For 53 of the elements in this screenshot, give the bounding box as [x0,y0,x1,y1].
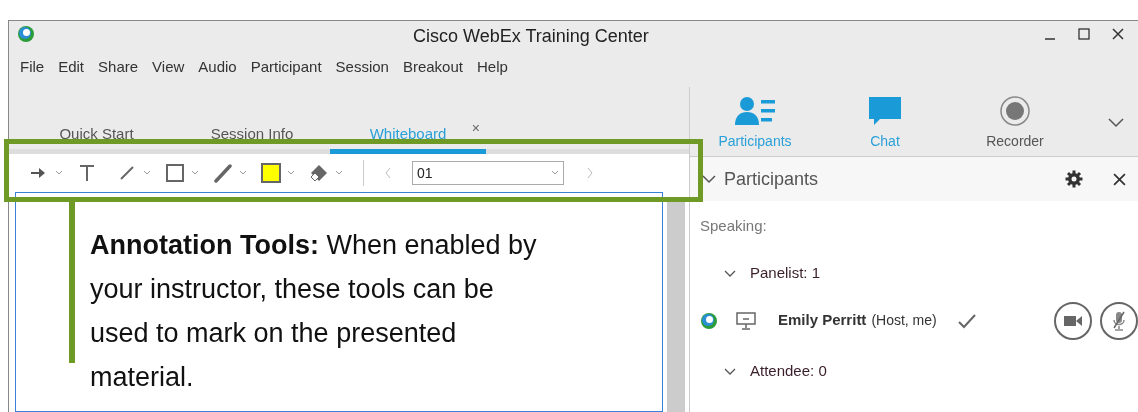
chevron-icon[interactable] [702,174,716,184]
check-icon [956,312,977,329]
pen-icon[interactable] [213,163,233,183]
menu-item[interactable]: Edit [58,55,85,79]
whiteboard-canvas[interactable]: Annotation Tools: When enabled by your instructor, these tools can be used to mark on the presented material. [15,192,663,412]
menu-item[interactable]: Help [477,55,508,79]
speaking-label: Speaking: [700,216,767,236]
app-logo-icon [700,311,718,330]
dropdown-caret-icon[interactable] [55,170,63,176]
mute-button[interactable] [1100,301,1138,340]
menu-item[interactable]: View [152,55,185,79]
text-tool-icon[interactable] [77,163,97,183]
menu-item[interactable]: Audio [198,55,237,79]
dropdown-caret-icon[interactable] [287,170,295,176]
chevron-down-icon[interactable] [724,269,736,278]
chevron-icon[interactable] [1108,118,1124,128]
window-title: Cisco WebEx Training Center [413,25,649,48]
tab[interactable]: Quick Start [59,122,134,149]
page-select[interactable]: 01 [412,161,564,185]
panel-title: Participants [724,167,819,191]
dropdown-caret-icon[interactable] [551,170,559,176]
close-icon[interactable] [1112,28,1124,40]
callout-text: Annotation Tools: When enabled by your instructor, these tools can be used to mark on the presented material. [90,229,538,394]
dropdown-caret-icon[interactable] [335,170,343,176]
panel-tab[interactable]: Recorder [950,95,1080,152]
menu-item[interactable]: Participant [250,55,322,79]
presenter-icon [736,311,756,330]
app-logo-icon [17,25,35,43]
menu-item[interactable]: Session [335,55,389,79]
muted-microphone-icon [1111,310,1127,331]
scrollbar[interactable] [667,200,685,412]
menu-item[interactable]: Breakout [402,55,463,79]
chevron-down-icon[interactable] [724,367,736,376]
rectangle-icon[interactable] [165,163,185,183]
close-icon[interactable] [1113,172,1126,186]
settings-icon[interactable] [1065,170,1083,188]
color-swatch[interactable] [261,163,281,183]
group-label[interactable]: Attendee: 0 [750,360,827,383]
participant-name: Emily Perritt [778,310,867,331]
eraser-icon[interactable] [309,163,329,183]
menu-item[interactable]: Share [98,55,139,79]
participant-role: (Host, me) [871,311,937,330]
menu-item[interactable]: File [20,55,45,79]
dropdown-caret-icon[interactable] [191,170,199,176]
group-label[interactable]: Panelist: 1 [750,262,821,285]
dropdown-caret-icon[interactable] [239,170,247,176]
camera-icon [1064,314,1082,327]
dropdown-caret-icon[interactable] [143,170,151,176]
maximize-icon[interactable] [1078,28,1090,40]
tab[interactable]: Session Info [210,122,294,149]
participants-icon [735,95,775,127]
tab-close-button[interactable]: × [471,118,480,139]
video-button[interactable] [1054,301,1092,340]
